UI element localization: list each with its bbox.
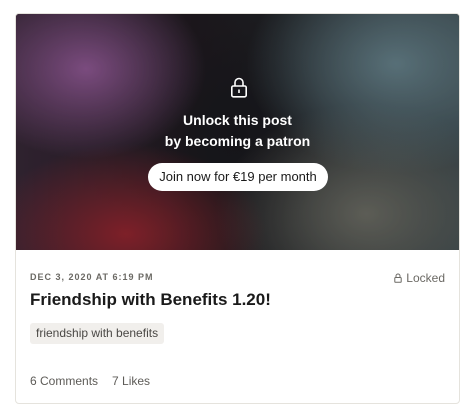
post-cover-image: Unlock this post by becoming a patron Jo…	[16, 14, 459, 250]
likes-count[interactable]: 7 Likes	[112, 374, 150, 388]
lock-icon	[394, 273, 402, 283]
locked-status-label: Locked	[406, 271, 445, 285]
unlock-subheading: by becoming a patron	[164, 133, 311, 149]
post-stats: 6 Comments 7 Likes	[30, 374, 150, 388]
join-button[interactable]: Join now for €19 per month	[148, 163, 328, 191]
cover-overlay	[16, 14, 459, 250]
lock-icon	[230, 77, 247, 98]
post-card: Unlock this post by becoming a patron Jo…	[15, 13, 460, 404]
post-date: DEC 3, 2020 AT 6:19 PM	[30, 272, 154, 282]
post-tag[interactable]: friendship with benefits	[30, 323, 165, 344]
post-title[interactable]: Friendship with Benefits 1.20!	[30, 290, 271, 310]
unlock-heading: Unlock this post	[183, 112, 292, 128]
comments-count[interactable]: 6 Comments	[30, 374, 98, 388]
locked-status-badge: Locked	[394, 271, 445, 285]
